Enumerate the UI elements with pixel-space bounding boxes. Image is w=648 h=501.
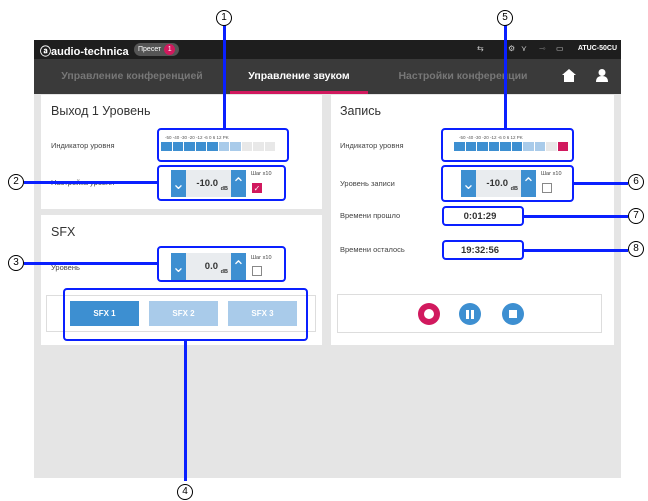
callout-number-8: 8 — [628, 241, 644, 257]
callout-number-5: 5 — [497, 10, 513, 26]
callout-leader-1 — [223, 24, 226, 128]
signal-icon: ⋎ — [521, 44, 527, 53]
output-panel-title: Выход 1 Уровень — [51, 104, 151, 118]
tab-audio-control[interactable]: Управление звуком — [230, 59, 368, 94]
nav-bar: Управление конференцией Управление звуко… — [34, 59, 621, 94]
callout-number-6: 6 — [628, 174, 644, 190]
callout-box-3 — [157, 246, 286, 282]
callout-leader-2 — [24, 181, 157, 184]
preset-number-badge: 1 — [164, 44, 176, 55]
callout-leader-3 — [24, 262, 157, 265]
top-bar: ⓐaudio-technica Пресет 1 ⇆ ⚙ ⋎ ⊸ ▭ ATUC-… — [34, 40, 621, 59]
record-panel-title: Запись — [340, 104, 382, 118]
callout-box-2 — [157, 165, 286, 201]
callout-leader-5 — [504, 24, 507, 128]
record-level-label: Уровень записи — [340, 179, 395, 188]
record-button[interactable] — [418, 303, 440, 325]
stop-button[interactable] — [502, 303, 524, 325]
output-meter-label: Индикатор уровня — [51, 141, 115, 150]
callout-number-3: 3 — [8, 255, 24, 271]
tab-conference-control[interactable]: Управление конференцией — [34, 59, 230, 94]
app-window: ⓐaudio-technica Пресет 1 ⇆ ⚙ ⋎ ⊸ ▭ ATUC-… — [34, 40, 621, 478]
callout-box-7 — [442, 206, 524, 226]
callout-box-4 — [63, 288, 308, 341]
callout-box-6 — [441, 165, 574, 202]
elapsed-time-label: Времени прошло — [340, 211, 401, 220]
callout-box-1 — [157, 128, 289, 162]
record-controls — [337, 294, 602, 333]
stop-icon — [509, 310, 517, 318]
callout-number-2: 2 — [8, 174, 24, 190]
usb-icon: ⇆ — [477, 44, 484, 53]
pause-icon — [466, 309, 474, 319]
sfx-panel-title: SFX — [51, 225, 76, 239]
storage-icon: ▭ — [556, 44, 564, 53]
callout-box-8 — [442, 240, 524, 260]
active-tab-indicator — [230, 91, 368, 94]
record-meter-label: Индикатор уровня — [340, 141, 404, 150]
user-icon[interactable] — [596, 69, 608, 82]
preset-button[interactable]: Пресет 1 — [134, 43, 180, 56]
record-icon — [424, 309, 434, 319]
callout-number-7: 7 — [628, 208, 644, 224]
device-model: ATUC-50CU — [577, 45, 617, 52]
callout-leader-7 — [524, 215, 628, 218]
brand-logo: ⓐaudio-technica — [40, 46, 129, 58]
link-icon: ⊸ — [539, 44, 546, 53]
settings-icon[interactable]: ⚙ — [508, 44, 515, 53]
callout-number-1: 1 — [216, 10, 232, 26]
callout-box-5 — [441, 128, 574, 162]
preset-label: Пресет — [138, 46, 162, 53]
remaining-time-label: Времени осталось — [340, 245, 405, 254]
callout-number-4: 4 — [177, 484, 193, 500]
callout-leader-6 — [574, 182, 628, 185]
tab-conference-settings[interactable]: Настройки конференции — [368, 59, 558, 94]
callout-leader-4 — [184, 341, 187, 481]
callout-leader-8 — [524, 249, 628, 252]
home-icon[interactable] — [562, 69, 576, 82]
pause-button[interactable] — [459, 303, 481, 325]
